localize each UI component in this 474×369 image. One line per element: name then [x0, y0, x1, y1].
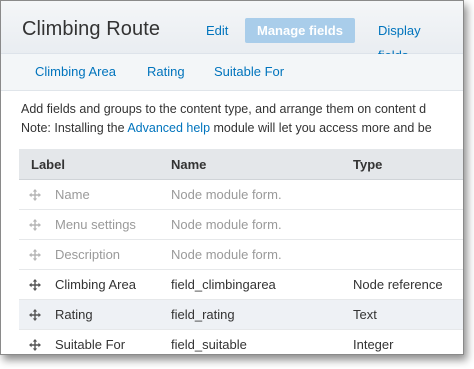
column-header-name: Name — [171, 149, 353, 180]
window: Climbing Route Edit Manage fields Displa… — [0, 0, 464, 355]
cell-label: Rating — [19, 299, 171, 330]
cell-type — [353, 209, 463, 240]
table-header-row: Label Name Type — [19, 149, 463, 180]
tab-display-fields[interactable]: Display fields — [366, 18, 463, 63]
cell-label: Climbing Area — [19, 269, 171, 300]
help-line-2: Note: Installing the Advanced help modul… — [21, 119, 463, 138]
cell-label: Description — [19, 239, 171, 270]
secondary-tabs: Climbing Area Rating Suitable For — [1, 54, 463, 91]
cell-name: Node module form. — [171, 239, 353, 270]
cell-label: Suitable For — [19, 329, 171, 354]
fields-table: Label Name Type Name Node module form. Men… — [19, 149, 463, 354]
cell-name: field_climbingarea — [171, 269, 353, 300]
table-row: Description Node module form. — [19, 239, 463, 270]
cell-label: Menu settings — [19, 209, 171, 240]
table-row: Rating field_rating Text — [19, 299, 463, 330]
table-row: Climbing Area field_climbingarea Node refe… — [19, 269, 463, 300]
help-line-1: Add fields and groups to the content typ… — [21, 102, 427, 116]
primary-tabs: Edit Manage fields Display fields — [1, 18, 463, 63]
column-header-label: Label — [19, 149, 171, 180]
page-header: Climbing Route Edit Manage fields Displa… — [1, 1, 463, 63]
tab-edit[interactable]: Edit — [194, 18, 240, 43]
table-row: Suitable For field_suitable Integer — [19, 329, 463, 354]
help-note-suffix: module will let you access more and be — [210, 121, 432, 135]
cell-name: Node module form. — [171, 179, 353, 210]
drag-handle-icon[interactable] — [29, 219, 41, 232]
table-row: Menu settings Node module form. — [19, 209, 463, 240]
cell-type: Node reference — [353, 269, 463, 300]
drag-handle-icon[interactable] — [29, 339, 41, 352]
column-header-type: Type — [353, 149, 463, 180]
drag-handle-icon[interactable] — [29, 309, 41, 322]
subtab-climbing-area[interactable]: Climbing Area — [35, 64, 116, 79]
subtab-suitable-for[interactable]: Suitable For — [214, 64, 284, 79]
cell-type: Text — [353, 299, 463, 330]
cell-type: Integer — [353, 329, 463, 354]
cell-name: field_rating — [171, 299, 353, 330]
field-label: Climbing Area — [55, 277, 136, 293]
drag-handle-icon[interactable] — [29, 189, 41, 202]
cell-name: Node module form. — [171, 209, 353, 240]
drag-handle-icon[interactable] — [29, 279, 41, 292]
cell-type — [353, 239, 463, 270]
field-label: Suitable For — [55, 337, 126, 353]
tab-manage-fields[interactable]: Manage fields — [245, 18, 355, 43]
cell-name: field_suitable — [171, 329, 353, 354]
cell-label: Name — [19, 179, 171, 210]
field-label: Menu settings — [55, 217, 136, 233]
help-note-prefix: Note: Installing the — [21, 121, 128, 135]
cell-type — [353, 179, 463, 210]
help-text: Add fields and groups to the content typ… — [21, 100, 463, 138]
table-row: Name Node module form. — [19, 179, 463, 210]
subtab-rating[interactable]: Rating — [147, 64, 185, 79]
field-label: Rating — [55, 307, 93, 323]
field-label: Description — [55, 247, 121, 263]
advanced-help-link[interactable]: Advanced help — [127, 121, 210, 135]
field-label: Name — [55, 187, 90, 203]
drag-handle-icon[interactable] — [29, 249, 41, 262]
